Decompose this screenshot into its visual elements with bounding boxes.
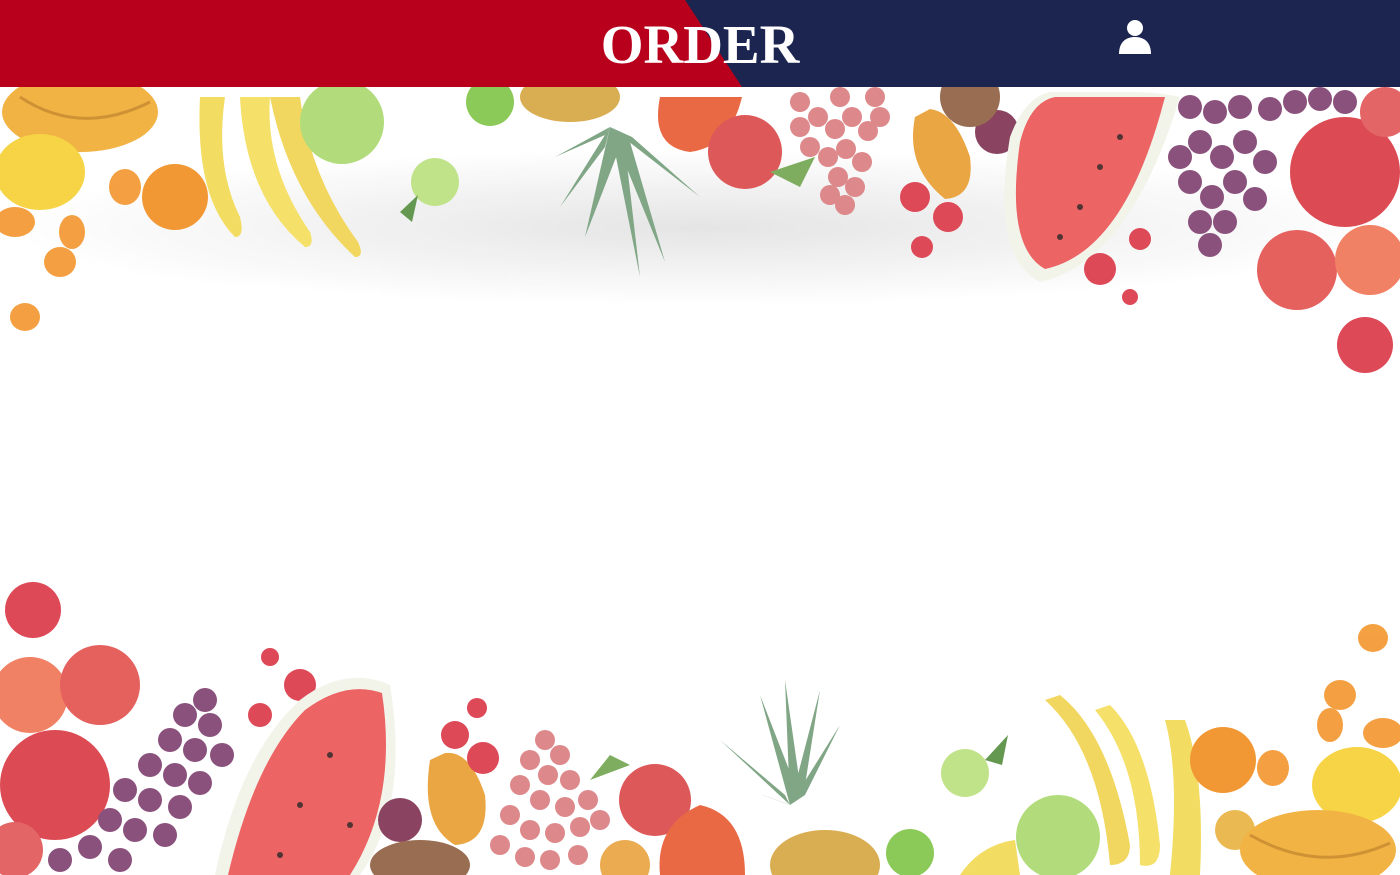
page-title: ORDER (600, 14, 800, 75)
account-button[interactable] (1113, 14, 1157, 58)
fruit-border-bottom (0, 575, 1400, 875)
order-page: ORDER (0, 0, 1400, 875)
fruit-illustration-top (0, 87, 1400, 373)
top-header: ORDER (0, 0, 1400, 87)
fruit-illustration-bottom (0, 582, 1400, 875)
fruit-border-top (0, 87, 1400, 387)
user-icon (1119, 20, 1151, 54)
